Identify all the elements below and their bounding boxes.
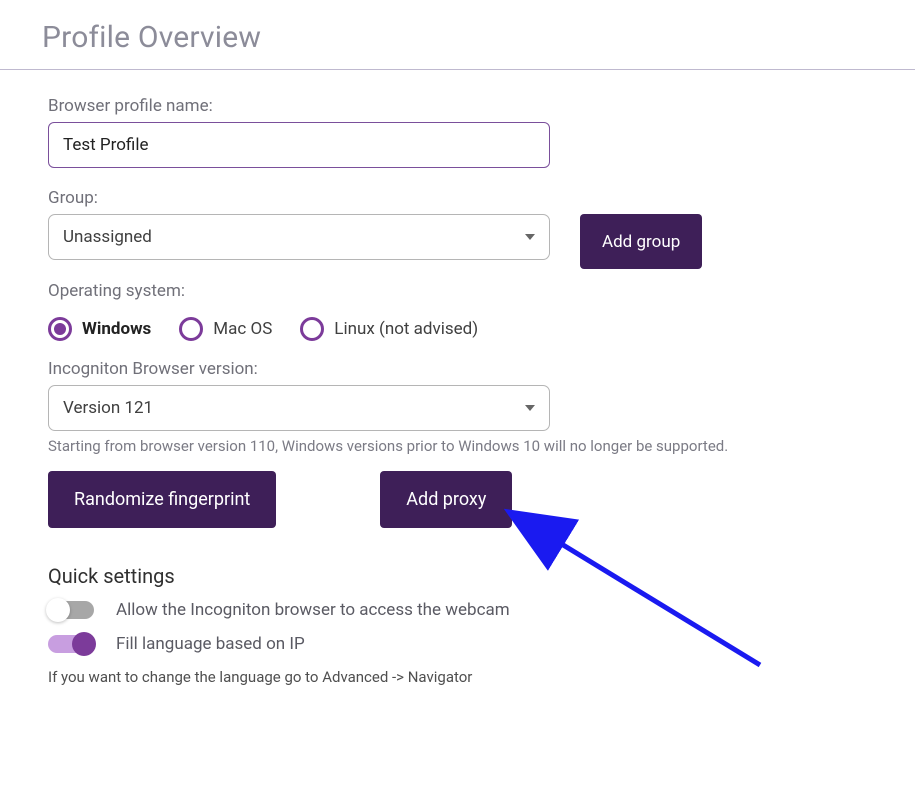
add-group-button[interactable]: Add group [580, 214, 702, 269]
add-proxy-button[interactable]: Add proxy [380, 471, 512, 528]
browser-version-hint: Starting from browser version 110, Windo… [48, 437, 915, 455]
radio-icon [179, 317, 203, 341]
profile-name-label: Browser profile name: [48, 96, 915, 116]
webcam-toggle-label: Allow the Incogniton browser to access t… [116, 600, 510, 620]
radio-icon [300, 317, 324, 341]
browser-version-selected-value: Version 121 [63, 398, 153, 418]
fill-language-toggle[interactable] [48, 635, 94, 653]
os-radio-windows[interactable]: Windows [48, 317, 151, 341]
group-label: Group: [48, 188, 915, 208]
os-radio-macos[interactable]: Mac OS [179, 317, 272, 341]
quick-settings-heading: Quick settings [48, 564, 915, 588]
page-title: Profile Overview [0, 0, 915, 69]
chevron-down-icon [525, 234, 535, 240]
language-note: If you want to change the language go to… [48, 668, 915, 686]
browser-version-label: Incogniton Browser version: [48, 359, 915, 379]
browser-version-select[interactable]: Version 121 [48, 385, 550, 431]
os-radio-group: Windows Mac OS Linux (not advised) [48, 317, 915, 341]
toggle-knob-icon [72, 632, 96, 656]
os-label: Operating system: [48, 281, 915, 301]
randomize-fingerprint-button[interactable]: Randomize fingerprint [48, 471, 276, 528]
chevron-down-icon [525, 405, 535, 411]
toggle-knob-icon [46, 598, 70, 622]
profile-name-input[interactable] [48, 122, 550, 168]
os-radio-label: Windows [82, 319, 151, 339]
os-radio-label: Linux (not advised) [334, 319, 478, 339]
fill-language-toggle-label: Fill language based on IP [116, 634, 305, 654]
group-selected-value: Unassigned [63, 227, 152, 247]
radio-icon [48, 317, 72, 341]
os-radio-label: Mac OS [213, 319, 272, 339]
os-radio-linux[interactable]: Linux (not advised) [300, 317, 478, 341]
webcam-toggle[interactable] [48, 601, 94, 619]
group-select[interactable]: Unassigned [48, 214, 550, 260]
